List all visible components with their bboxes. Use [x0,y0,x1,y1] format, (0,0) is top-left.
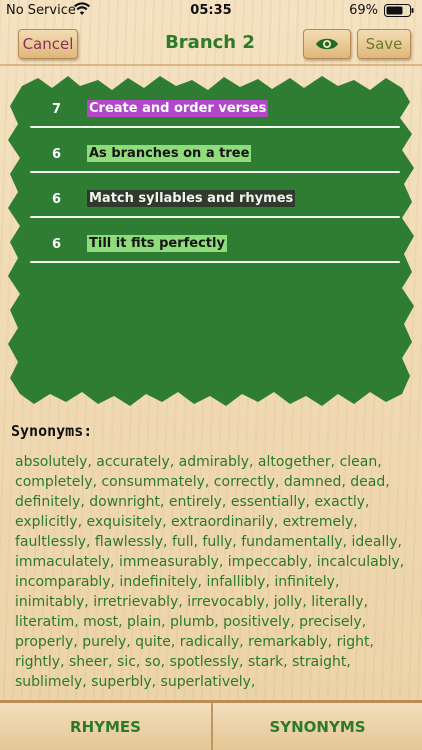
eye-icon [316,38,338,50]
verse-text[interactable]: Create and order verses [87,100,269,117]
preview-button[interactable] [303,29,351,59]
verse-row[interactable]: 7 Create and order verses [30,94,400,128]
cancel-button[interactable]: Cancel [18,29,78,59]
tab-synonyms[interactable]: SYNONYMS [211,703,422,750]
battery-percent: 69% [349,3,378,18]
syllable-count: 6 [52,237,62,252]
nav-divider [0,64,422,66]
verse-text[interactable]: Till it fits perfectly [87,235,227,252]
verse-text[interactable]: As branches on a tree [87,145,252,162]
synonyms-list[interactable]: absolutely, accurately, admirably, altog… [15,452,411,692]
verse-row[interactable]: 6 As branches on a tree [30,139,400,173]
verse-row[interactable]: 6 Till it fits perfectly [30,229,400,263]
tab-rhymes[interactable]: RHYMES [0,703,211,750]
verse-row[interactable]: 6 Match syllables and rhymes [30,184,400,218]
status-bar: No Service 05:35 69% [0,0,422,22]
battery-icon [384,4,414,17]
page-title: Branch 2 [165,32,255,53]
nav-bar: Cancel Branch 2 Save [0,24,422,64]
synonyms-heading: Synonyms: [11,422,93,440]
save-button[interactable]: Save [357,29,411,59]
syllable-count: 6 [52,147,62,162]
verse-board: 7 Create and order verses 6 As branches … [8,76,414,406]
verse-underline [30,216,400,218]
verse-text[interactable]: Match syllables and rhymes [87,190,296,207]
syllable-count: 7 [52,102,62,117]
verse-underline [30,261,400,263]
bottom-tab-bar: RHYMES SYNONYMS [0,700,422,750]
verse-underline [30,126,400,128]
syllable-count: 6 [52,192,62,207]
verse-underline [30,171,400,173]
